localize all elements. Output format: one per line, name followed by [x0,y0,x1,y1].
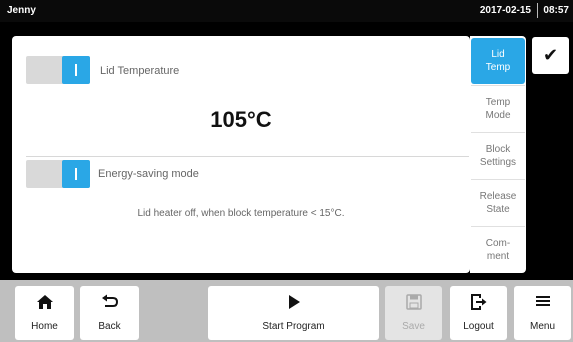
user-name: Jenny [7,5,36,16]
tab-release-state[interactable]: Release State [471,179,525,225]
floppy-disk-icon [385,294,442,314]
tab-comment[interactable]: Com-ment [471,226,525,272]
tab-label-line2: ment [486,250,510,262]
lid-temperature-toggle[interactable] [26,56,90,84]
tab-label-line1: Com- [485,237,511,249]
start-program-label: Start Program [262,321,325,332]
status-time: 08:57 [543,5,569,16]
home-button[interactable]: Home [15,286,74,340]
tab-label-line1: Release [479,190,517,202]
confirm-button[interactable]: ✔ [532,37,569,74]
back-button[interactable]: Back [80,286,139,340]
lid-temperature-label: Lid Temperature [100,65,180,77]
tab-lid-temp[interactable]: Lid Temp [471,38,525,84]
tab-label-line1: Temp [485,96,511,108]
lid-temperature-value[interactable]: 105°C [12,107,470,133]
tab-temp-mode[interactable]: Temp Mode [471,85,525,131]
back-label: Back [98,321,121,332]
status-bar: Jenny 2017-02-15 08:57 [0,0,573,22]
logout-icon [450,294,507,314]
menu-label: Menu [529,321,555,332]
tab-label-line2: Temp [485,62,511,73]
menu-button[interactable]: Menu [514,286,571,340]
check-icon: ✔ [542,45,559,65]
logout-label: Logout [463,321,494,332]
tab-label-line2: Settings [479,156,517,168]
save-button[interactable]: Save [385,286,442,340]
tab-label-line2: State [486,203,510,215]
side-tabs: Lid Temp Temp Mode Block Settings Release St… [470,36,526,273]
energy-saving-hint: Lid heater off, when block temperature <… [137,208,345,219]
logout-button[interactable]: Logout [450,286,507,340]
save-label: Save [402,321,425,332]
tab-block-settings[interactable]: Block Settings [471,132,525,178]
status-separator [537,3,538,18]
play-icon [208,294,379,314]
bottom-toolbar: Home Back Start Program Save Logout Menu [0,280,573,342]
tab-label-line2: Mode [485,109,511,121]
home-label: Home [31,321,58,332]
hamburger-menu-icon [514,294,571,314]
tab-label-line1: Lid [491,49,505,60]
toggle-knob [62,160,90,188]
status-date: 2017-02-15 [479,5,531,16]
start-program-button[interactable]: Start Program [208,286,379,340]
energy-saving-label: Energy-saving mode [98,168,199,180]
lid-settings-panel: Lid Temperature 105°C Energy-saving mode… [12,36,470,273]
tab-label-line1: Block [485,143,511,155]
divider [26,156,469,157]
back-arrow-icon [80,294,139,314]
home-icon [15,294,74,314]
toggle-knob [62,56,90,84]
energy-saving-toggle[interactable] [26,160,90,188]
